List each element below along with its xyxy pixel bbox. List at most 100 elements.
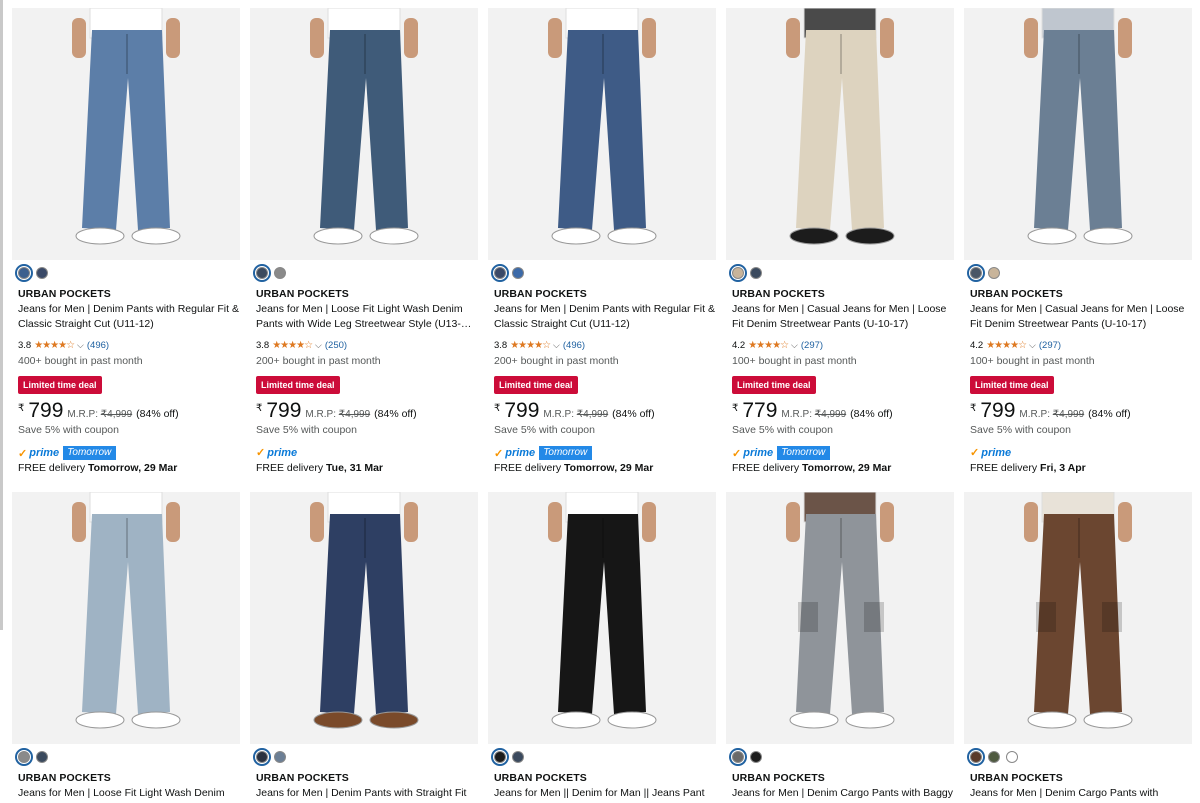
rating-value: 3.8 [256, 340, 270, 351]
product-image[interactable] [726, 8, 954, 260]
product-card[interactable]: URBAN POCKETS Jeans for Men | Loose Fit L… [12, 492, 240, 803]
color-swatch[interactable] [512, 751, 524, 763]
star-icon[interactable]: ★★★★☆ [34, 340, 75, 351]
price-value: 799 [980, 399, 1016, 422]
mrp: M.R.P: ₹4,999 [543, 409, 608, 420]
chevron-down-icon[interactable]: ⌵ [1029, 340, 1036, 351]
color-swatch[interactable] [15, 264, 33, 282]
mrp: M.R.P: ₹4,999 [67, 409, 132, 420]
product-title[interactable]: Jeans for Men | Denim Cargo Pants with B… [732, 786, 954, 801]
product-title[interactable]: Jeans for Men | Denim Cargo Pants with [970, 786, 1192, 801]
product-image-drawing [72, 8, 181, 245]
discount-percent: (84% off) [1088, 408, 1131, 420]
coupon-text: Save 5% with coupon [18, 424, 119, 436]
product-image[interactable] [12, 492, 240, 744]
product-card[interactable]: URBAN POCKETS Jeans for Men | Denim Pants… [250, 492, 478, 803]
review-count-link[interactable]: (496) [563, 340, 585, 351]
chevron-down-icon[interactable]: ⌵ [553, 340, 560, 351]
color-swatch[interactable] [750, 267, 762, 279]
color-swatch[interactable] [253, 264, 271, 282]
product-card[interactable]: URBAN POCKETS Jeans for Men | Denim Pants… [488, 8, 716, 478]
color-swatch[interactable] [15, 748, 33, 766]
color-swatch[interactable] [274, 267, 286, 279]
product-card[interactable]: URBAN POCKETS Jeans for Men | Denim Cargo… [964, 492, 1192, 803]
prime-logo: prime [267, 446, 298, 459]
product-card[interactable]: URBAN POCKETS Jeans for Men | Casual Jean… [726, 8, 954, 478]
product-image[interactable] [964, 8, 1192, 260]
product-image[interactable] [726, 492, 954, 744]
brand-name: URBAN POCKETS [732, 772, 825, 784]
color-swatch[interactable] [274, 751, 286, 763]
product-card[interactable]: URBAN POCKETS Jeans for Men || Denim for … [488, 492, 716, 803]
product-title[interactable]: Jeans for Men | Loose Fit Light Wash Den… [18, 786, 240, 801]
star-icon[interactable]: ★★★★☆ [510, 340, 551, 351]
delivery-prefix: FREE delivery [494, 462, 562, 474]
currency-symbol: ₹ [18, 403, 25, 414]
review-count-link[interactable]: (496) [87, 340, 109, 351]
color-swatch[interactable] [729, 264, 747, 282]
prime-check-icon: ✓ [18, 447, 28, 460]
color-swatch[interactable] [988, 267, 1000, 279]
deal-badge: Limited time deal [494, 376, 578, 394]
product-title[interactable]: Jeans for Men | Loose Fit Light Wash Den… [256, 302, 478, 332]
deal-badge: Limited time deal [732, 376, 816, 394]
bought-count: 200+ bought in past month [494, 355, 619, 367]
color-swatch[interactable] [253, 748, 271, 766]
color-swatch[interactable] [491, 748, 509, 766]
product-card[interactable]: URBAN POCKETS Jeans for Men | Denim Pants… [12, 8, 240, 478]
price-row: ₹799 M.R.P: ₹4,999 (84% off) [970, 400, 1131, 421]
product-image[interactable] [250, 492, 478, 744]
rating-row: 3.8 ★★★★☆ ⌵ (496) [18, 340, 109, 351]
product-image[interactable] [488, 8, 716, 260]
color-swatch[interactable] [729, 748, 747, 766]
product-title[interactable]: Jeans for Men | Denim Pants with Straigh… [256, 786, 478, 801]
color-swatch[interactable] [967, 748, 985, 766]
brand-name: URBAN POCKETS [256, 772, 349, 784]
rating-row: 4.2 ★★★★☆ ⌵ (297) [970, 340, 1061, 351]
product-title[interactable]: Jeans for Men | Denim Pants with Regular… [18, 302, 240, 332]
mrp-label: M.R.P: [67, 409, 98, 420]
coupon-text: Save 5% with coupon [494, 424, 595, 436]
rating-row: 4.2 ★★★★☆ ⌵ (297) [732, 340, 823, 351]
prime-check-icon: ✓ [970, 447, 980, 459]
product-card[interactable]: URBAN POCKETS Jeans for Men | Denim Cargo… [726, 492, 954, 803]
review-count-link[interactable]: (297) [1039, 340, 1061, 351]
product-card[interactable]: URBAN POCKETS Jeans for Men | Loose Fit L… [250, 8, 478, 478]
star-icon[interactable]: ★★★★☆ [272, 340, 313, 351]
chevron-down-icon[interactable]: ⌵ [77, 340, 84, 351]
mrp-label: M.R.P: [543, 409, 574, 420]
product-image[interactable] [488, 492, 716, 744]
star-icon[interactable]: ★★★★☆ [986, 340, 1027, 351]
prime-tomorrow-tag: Tomorrow [539, 446, 593, 460]
color-swatch[interactable] [988, 751, 1000, 763]
chevron-down-icon[interactable]: ⌵ [315, 340, 322, 351]
delivery-prefix: FREE delivery [732, 462, 800, 474]
color-swatch[interactable] [1006, 751, 1018, 763]
product-title[interactable]: Jeans for Men | Casual Jeans for Men | L… [732, 302, 954, 332]
rating-value: 4.2 [732, 340, 746, 351]
product-image[interactable] [250, 8, 478, 260]
color-swatch[interactable] [491, 264, 509, 282]
star-icon[interactable]: ★★★★☆ [748, 340, 789, 351]
product-image[interactable] [12, 8, 240, 260]
rating-row: 3.8 ★★★★☆ ⌵ (250) [256, 340, 347, 351]
product-card[interactable]: URBAN POCKETS Jeans for Men | Casual Jean… [964, 8, 1192, 478]
color-swatch[interactable] [967, 264, 985, 282]
discount-percent: (84% off) [850, 408, 893, 420]
color-swatch[interactable] [36, 751, 48, 763]
color-swatch[interactable] [512, 267, 524, 279]
prime-logo: prime [981, 446, 1012, 459]
chevron-down-icon[interactable]: ⌵ [791, 340, 798, 351]
product-title[interactable]: Jeans for Men | Casual Jeans for Men | L… [970, 302, 1192, 332]
color-swatch[interactable] [750, 751, 762, 763]
color-swatch[interactable] [36, 267, 48, 279]
review-count-link[interactable]: (250) [325, 340, 347, 351]
product-title[interactable]: Jeans for Men | Denim Pants with Regular… [494, 302, 716, 332]
prime-logo: prime [743, 447, 774, 459]
review-count-link[interactable]: (297) [801, 340, 823, 351]
product-image[interactable] [964, 492, 1192, 744]
prime-logo: prime [29, 447, 60, 459]
mrp: M.R.P: ₹4,999 [781, 409, 846, 420]
color-swatches [967, 748, 1018, 766]
product-title[interactable]: Jeans for Men || Denim for Man || Jeans … [494, 786, 716, 801]
